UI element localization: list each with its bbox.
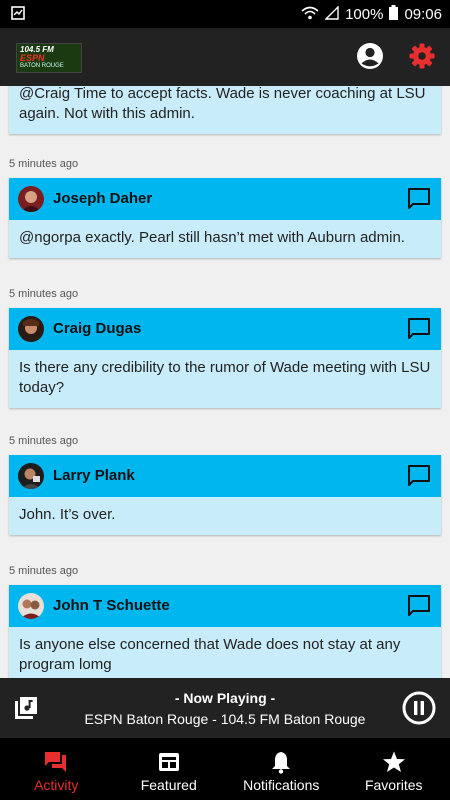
post-timestamp: 5 minutes ago	[9, 565, 79, 577]
post-card-partial[interactable]: @Craig Time to accept facts. Wade is nev…	[9, 86, 441, 134]
post-timestamp: 5 minutes ago	[9, 288, 79, 300]
status-bar: 100% 09:06	[0, 0, 450, 28]
pause-circle-icon[interactable]	[402, 691, 436, 730]
post-timestamp: 5 minutes ago	[9, 158, 79, 170]
comment-icon[interactable]	[407, 187, 431, 216]
post-text: John. It’s over.	[9, 497, 441, 535]
app-bar: 104.5 FM ESPN BATON ROUGE	[0, 28, 450, 86]
tab-label: Activity	[34, 777, 79, 793]
tab-notifications[interactable]: Notifications	[225, 738, 338, 800]
tab-label: Favorites	[364, 777, 423, 793]
post-header: John T Schuette	[9, 585, 441, 627]
now-playing-bar[interactable]: - Now Playing - ESPN Baton Rouge - 104.5…	[0, 678, 450, 738]
clock: 09:06	[404, 6, 442, 23]
activity-feed[interactable]: @Craig Time to accept facts. Wade is nev…	[0, 86, 450, 678]
post-username[interactable]: Craig Dugas	[53, 320, 141, 337]
signal-icon	[324, 4, 339, 24]
now-playing-label: - Now Playing -	[174, 690, 276, 706]
comment-icon[interactable]	[407, 594, 431, 623]
featured-icon	[157, 750, 181, 779]
notification-icon	[10, 5, 26, 25]
post-username[interactable]: John T Schuette	[53, 597, 170, 614]
bell-icon	[269, 750, 293, 779]
post-timestamp: 5 minutes ago	[9, 435, 79, 447]
tab-favorites[interactable]: Favorites	[338, 738, 450, 800]
tab-activity[interactable]: Activity	[0, 738, 113, 800]
post-card[interactable]: Joseph Daher @ngorpa exactly. Pearl stil…	[9, 178, 441, 258]
post-header: Craig Dugas	[9, 308, 441, 350]
post-username[interactable]: Larry Plank	[53, 467, 135, 484]
post-text: Is there any credibility to the rumor of…	[9, 350, 441, 408]
avatar[interactable]	[18, 186, 44, 212]
wifi-icon	[301, 6, 319, 24]
station-name: ESPN Baton Rouge - 104.5 FM Baton Rouge	[84, 711, 366, 727]
tab-label: Featured	[140, 777, 197, 793]
station-logo[interactable]: 104.5 FM ESPN BATON ROUGE	[16, 43, 82, 73]
post-card[interactable]: John T Schuette Is anyone else concerned…	[9, 585, 441, 678]
tab-label: Notifications	[243, 777, 320, 793]
avatar[interactable]	[18, 463, 44, 489]
post-header: Joseph Daher	[9, 178, 441, 220]
battery-icon	[389, 5, 399, 24]
chat-bubbles-icon	[44, 750, 68, 779]
bottom-nav: Activity Featured Notifications Favorite…	[0, 738, 450, 800]
post-card[interactable]: Craig Dugas Is there any credibility to …	[9, 308, 441, 408]
battery-text: 100%	[345, 6, 384, 23]
post-text: Is anyone else concerned that Wade does …	[9, 627, 441, 678]
post-text: @ngorpa exactly. Pearl still hasn’t met …	[9, 220, 441, 258]
logo-brand: ESPN	[20, 53, 45, 63]
post-header: Larry Plank	[9, 455, 441, 497]
avatar[interactable]	[18, 593, 44, 619]
tab-featured[interactable]: Featured	[113, 738, 226, 800]
post-card[interactable]: Larry Plank John. It’s over.	[9, 455, 441, 535]
avatar[interactable]	[18, 316, 44, 342]
post-text: @Craig Time to accept facts. Wade is nev…	[9, 86, 441, 134]
account-circle-icon[interactable]	[356, 42, 384, 75]
logo-city: BATON ROUGE	[20, 63, 64, 69]
post-username[interactable]: Joseph Daher	[53, 190, 152, 207]
star-icon	[382, 750, 406, 779]
gear-icon[interactable]	[408, 42, 436, 75]
comment-icon[interactable]	[407, 317, 431, 346]
comment-icon[interactable]	[407, 464, 431, 493]
